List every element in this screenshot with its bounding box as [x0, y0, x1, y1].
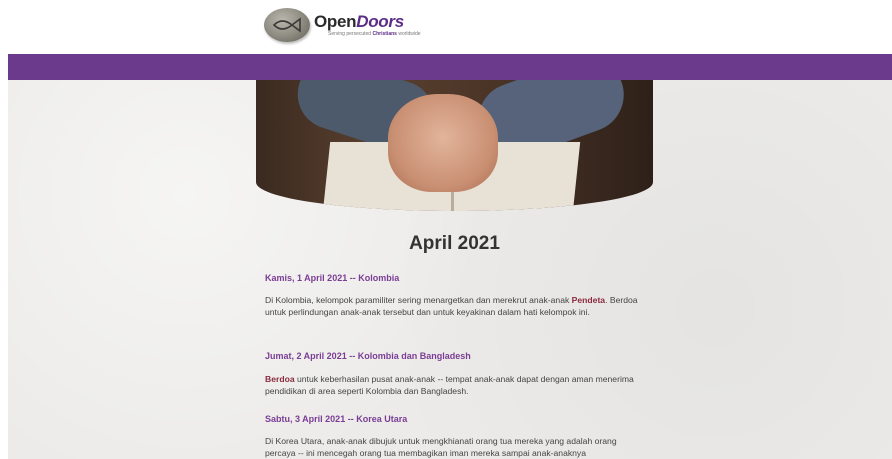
purple-banner-bar — [8, 54, 892, 80]
open-doors-logo[interactable]: OpenDoors Serving persecuted Christians … — [264, 5, 434, 45]
page-title: April 2021 — [409, 233, 500, 254]
hero-image — [256, 80, 653, 211]
fish-stone-icon — [264, 8, 310, 42]
entry-body: Berdoa untuk keberhasilan pusat anak-ana… — [265, 374, 634, 396]
devotional-content: April 2021 — [256, 211, 653, 257]
entry-heading: Jumat, 2 April 2021 -- Kolombia dan Bang… — [265, 351, 471, 361]
brand-name: OpenDoors — [314, 12, 404, 31]
brand-tagline: Serving persecuted Christians worldwide — [328, 31, 421, 37]
entry-body: Di Korea Utara, anak-anak dibujuk untuk … — [265, 436, 617, 458]
entry-heading: Kamis, 1 April 2021 -- Kolombia — [265, 273, 400, 283]
entry-body: Di Kolombia, kelompok paramiliter sering… — [265, 295, 638, 317]
entry-heading: Sabtu, 3 April 2021 -- Korea Utara — [265, 414, 408, 424]
site-header: OpenDoors Serving persecuted Christians … — [0, 0, 892, 54]
